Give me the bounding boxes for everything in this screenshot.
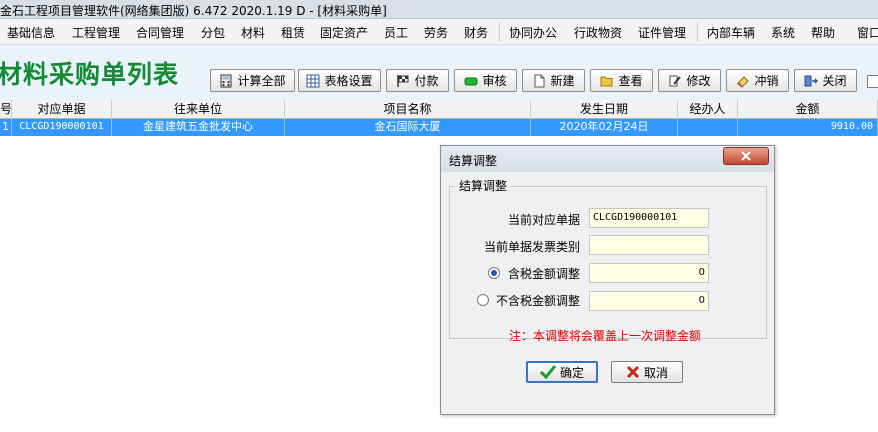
tax-inclusive-label[interactable]: 含税金额调整: [503, 265, 580, 282]
column-header-doc[interactable]: 对应单据: [12, 100, 112, 119]
table-header: 号 对应单据 往来单位 项目名称 发生日期 经办人 金额: [0, 100, 878, 119]
edit-button[interactable]: 修改: [658, 69, 721, 92]
column-header-handler[interactable]: 经办人: [678, 100, 738, 119]
dialog-title: 结算调整: [449, 154, 498, 168]
list-header: 材料采购单列表 计算全部 表格设置 付款 审核 新建 查看 修改 冲销 关闭: [0, 45, 878, 100]
cell-no: 1: [0, 119, 12, 136]
column-header-date[interactable]: 发生日期: [531, 100, 678, 119]
menu-lease[interactable]: 租赁: [281, 24, 305, 41]
menu-staff[interactable]: 员工: [384, 24, 408, 41]
doc-field[interactable]: CLCGD190000101: [589, 208, 709, 228]
tax-exclusive-label[interactable]: 不含税金额调整: [493, 292, 580, 309]
menu-finance[interactable]: 财务: [464, 24, 488, 41]
ok-label: 确定: [559, 365, 584, 380]
cell-date: 2020年02月24日: [531, 119, 678, 136]
column-header-partner[interactable]: 往来单位: [112, 100, 285, 119]
menu-project[interactable]: 工程管理: [72, 24, 120, 41]
column-header-no[interactable]: 号: [0, 100, 12, 119]
pay-button[interactable]: 付款: [386, 69, 449, 92]
menu-material[interactable]: 材料: [241, 24, 265, 41]
menu-bar: 基础信息 工程管理 合同管理 分包 材料 租赁 固定资产 员工 劳务 财务 协同…: [0, 19, 878, 45]
menu-contract[interactable]: 合同管理: [136, 24, 184, 41]
settlement-adjust-dialog: 结算调整 结算调整 当前对应单据 CLCGD190000101 当前单据发票类别…: [440, 145, 775, 415]
menu-subcontract[interactable]: 分包: [201, 24, 225, 41]
check-icon: [539, 365, 556, 379]
window-title-bar: 金石工程项目管理软件(网络集团版) 6.472 2020.1.19 D - [材…: [0, 0, 878, 19]
menu-window[interactable]: 窗口: [857, 24, 878, 41]
ok-button[interactable]: 确定: [526, 361, 598, 383]
table-grid-icon: [306, 74, 320, 87]
menu-labor[interactable]: 劳务: [424, 24, 448, 41]
header-checkbox[interactable]: [867, 75, 878, 88]
cancel-x-icon: [626, 365, 640, 379]
review-label: 审核: [482, 74, 507, 88]
menu-fixed-assets[interactable]: 固定资产: [320, 24, 368, 41]
calc-all-label: 计算全部: [237, 74, 286, 88]
adjust-group-label: 结算调整: [455, 177, 512, 194]
overwrite-note: 注：本调整将会覆盖上一次调整金额: [509, 329, 702, 343]
edit-document-icon: [669, 75, 682, 86]
menu-system[interactable]: 系统: [771, 24, 795, 41]
menu-basic-info[interactable]: 基础信息: [7, 24, 55, 41]
view-label: 查看: [618, 74, 643, 88]
menu-help[interactable]: 帮助: [811, 24, 835, 41]
tax-exclusive-radio[interactable]: [477, 294, 489, 306]
tax-exclusive-field[interactable]: 0: [589, 291, 709, 311]
dialog-close-button[interactable]: [723, 147, 769, 165]
doc-label: 当前对应单据: [507, 213, 580, 227]
cell-doc: CLCGD190000101: [12, 119, 112, 136]
new-label: 新建: [550, 74, 575, 88]
eraser-icon: [737, 75, 750, 88]
menu-certificates[interactable]: 证件管理: [638, 24, 686, 41]
menu-office[interactable]: 协同办公: [509, 24, 557, 41]
edit-label: 修改: [686, 74, 711, 88]
menu-admin-supplies[interactable]: 行政物资: [574, 24, 622, 41]
calculator-icon: [220, 74, 232, 87]
view-button[interactable]: 查看: [590, 69, 653, 92]
table-settings-button[interactable]: 表格设置: [298, 69, 381, 92]
page-title: 材料采购单列表: [0, 60, 180, 89]
close-icon: [741, 151, 751, 161]
green-status-icon: [464, 77, 478, 85]
close-list-label: 关闭: [822, 74, 847, 88]
window-title: 金石工程项目管理软件(网络集团版) 6.472 2020.1.19 D - [材…: [0, 4, 387, 18]
calc-all-button[interactable]: 计算全部: [210, 69, 295, 92]
tax-inclusive-field[interactable]: 0: [589, 263, 709, 283]
folder-open-icon: [600, 76, 613, 86]
new-button[interactable]: 新建: [522, 69, 585, 92]
reverse-label: 冲销: [754, 74, 779, 88]
cancel-button[interactable]: 取消: [611, 361, 683, 383]
tax-inclusive-radio[interactable]: [488, 267, 500, 279]
menu-separator: [499, 22, 500, 42]
invoice-type-label: 当前单据发票类别: [483, 240, 580, 254]
table-settings-label: 表格设置: [324, 74, 373, 88]
invoice-type-field[interactable]: [589, 235, 709, 255]
menu-vehicles[interactable]: 内部车辆: [707, 24, 755, 41]
exit-door-icon: [804, 75, 819, 86]
pay-label: 付款: [414, 74, 439, 88]
cancel-label: 取消: [643, 365, 668, 380]
menu-separator: [697, 22, 698, 42]
cell-amount: 9910.00: [738, 119, 878, 136]
dialog-title-bar[interactable]: 结算调整: [441, 146, 774, 172]
table-row[interactable]: 1 CLCGD190000101 金星建筑五金批发中心 金石国际大厦 2020年…: [0, 119, 878, 136]
close-list-button[interactable]: 关闭: [794, 69, 857, 92]
cell-partner: 金星建筑五金批发中心: [112, 119, 285, 136]
reverse-button[interactable]: 冲销: [726, 69, 789, 92]
column-header-project[interactable]: 项目名称: [285, 100, 531, 119]
review-button[interactable]: 审核: [454, 69, 517, 92]
checkered-flag-icon: [397, 74, 409, 87]
new-document-icon: [534, 74, 545, 87]
column-header-amount[interactable]: 金额: [738, 100, 878, 119]
cell-project: 金石国际大厦: [285, 119, 531, 136]
cell-handler: [678, 119, 738, 136]
